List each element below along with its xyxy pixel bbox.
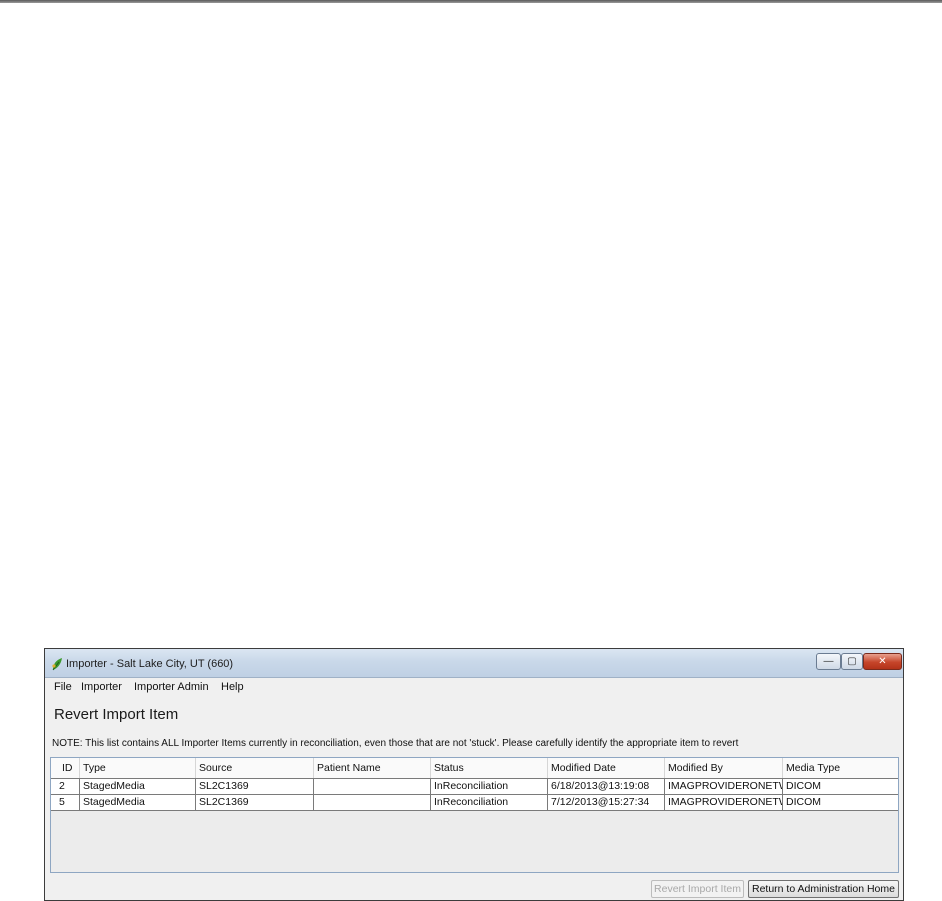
page-title: Revert Import Item [54, 706, 179, 723]
column-header-modified-by[interactable]: Modified By [664, 758, 782, 778]
table-row[interactable]: 2 StagedMedia SL2C1369 InReconciliation … [51, 778, 898, 794]
leaf-icon [51, 657, 63, 671]
importer-window: Importer - Salt Lake City, UT (660) — ▢ … [44, 648, 904, 901]
menu-help[interactable]: Help [221, 681, 244, 693]
top-divider [0, 0, 942, 3]
table-row[interactable]: 5 StagedMedia SL2C1369 InReconciliation … [51, 794, 898, 811]
cell-patient-name [313, 795, 430, 810]
cell-status: InReconciliation [430, 779, 547, 794]
return-to-administration-home-button[interactable]: Return to Administration Home [748, 880, 899, 898]
cell-modified-date: 6/18/2013@13:19:08 [547, 779, 664, 794]
column-header-source[interactable]: Source [195, 758, 313, 778]
close-button[interactable]: ✕ [863, 653, 902, 670]
cell-id: 2 [59, 780, 65, 792]
close-icon: ✕ [878, 656, 887, 667]
cell-source: SL2C1369 [195, 795, 313, 810]
column-header-status[interactable]: Status [430, 758, 547, 778]
cell-source: SL2C1369 [195, 779, 313, 794]
maximize-icon: ▢ [847, 656, 857, 667]
title-bar[interactable]: Importer - Salt Lake City, UT (660) — ▢ … [45, 649, 903, 678]
note-text: NOTE: This list contains ALL Importer It… [52, 738, 739, 749]
cell-media-type: DICOM [782, 795, 898, 810]
menu-file[interactable]: File [54, 681, 72, 693]
menu-bar: File Importer Importer Admin Help [45, 678, 903, 696]
column-header-id[interactable]: ID [59, 758, 79, 778]
cell-patient-name [313, 779, 430, 794]
maximize-button[interactable]: ▢ [841, 653, 863, 670]
cell-id: 5 [59, 796, 65, 808]
column-header-patient-name[interactable]: Patient Name [313, 758, 430, 778]
cell-status: InReconciliation [430, 795, 547, 810]
minimize-icon: — [823, 656, 834, 667]
minimize-button[interactable]: — [816, 653, 841, 670]
menu-importer-admin[interactable]: Importer Admin [134, 681, 209, 693]
cell-modified-by: IMAGPROVIDERONETWO [664, 795, 782, 810]
import-items-grid: ID Type Source Patient Name Status Modif… [50, 757, 899, 873]
column-header-type[interactable]: Type [79, 758, 195, 778]
cell-modified-date: 7/12/2013@15:27:34 [547, 795, 664, 810]
grid-header: ID Type Source Patient Name Status Modif… [51, 758, 898, 779]
cell-type: StagedMedia [79, 779, 195, 794]
column-header-media-type[interactable]: Media Type [782, 758, 898, 778]
window-title: Importer - Salt Lake City, UT (660) [66, 658, 234, 670]
revert-import-item-button[interactable]: Revert Import Item [651, 880, 744, 898]
cell-media-type: DICOM [782, 779, 898, 794]
column-header-modified-date[interactable]: Modified Date [547, 758, 664, 778]
menu-importer[interactable]: Importer [81, 681, 122, 693]
button-bar: Revert Import Item Return to Administrat… [45, 877, 903, 900]
cell-modified-by: IMAGPROVIDERONETWO [664, 779, 782, 794]
cell-type: StagedMedia [79, 795, 195, 810]
